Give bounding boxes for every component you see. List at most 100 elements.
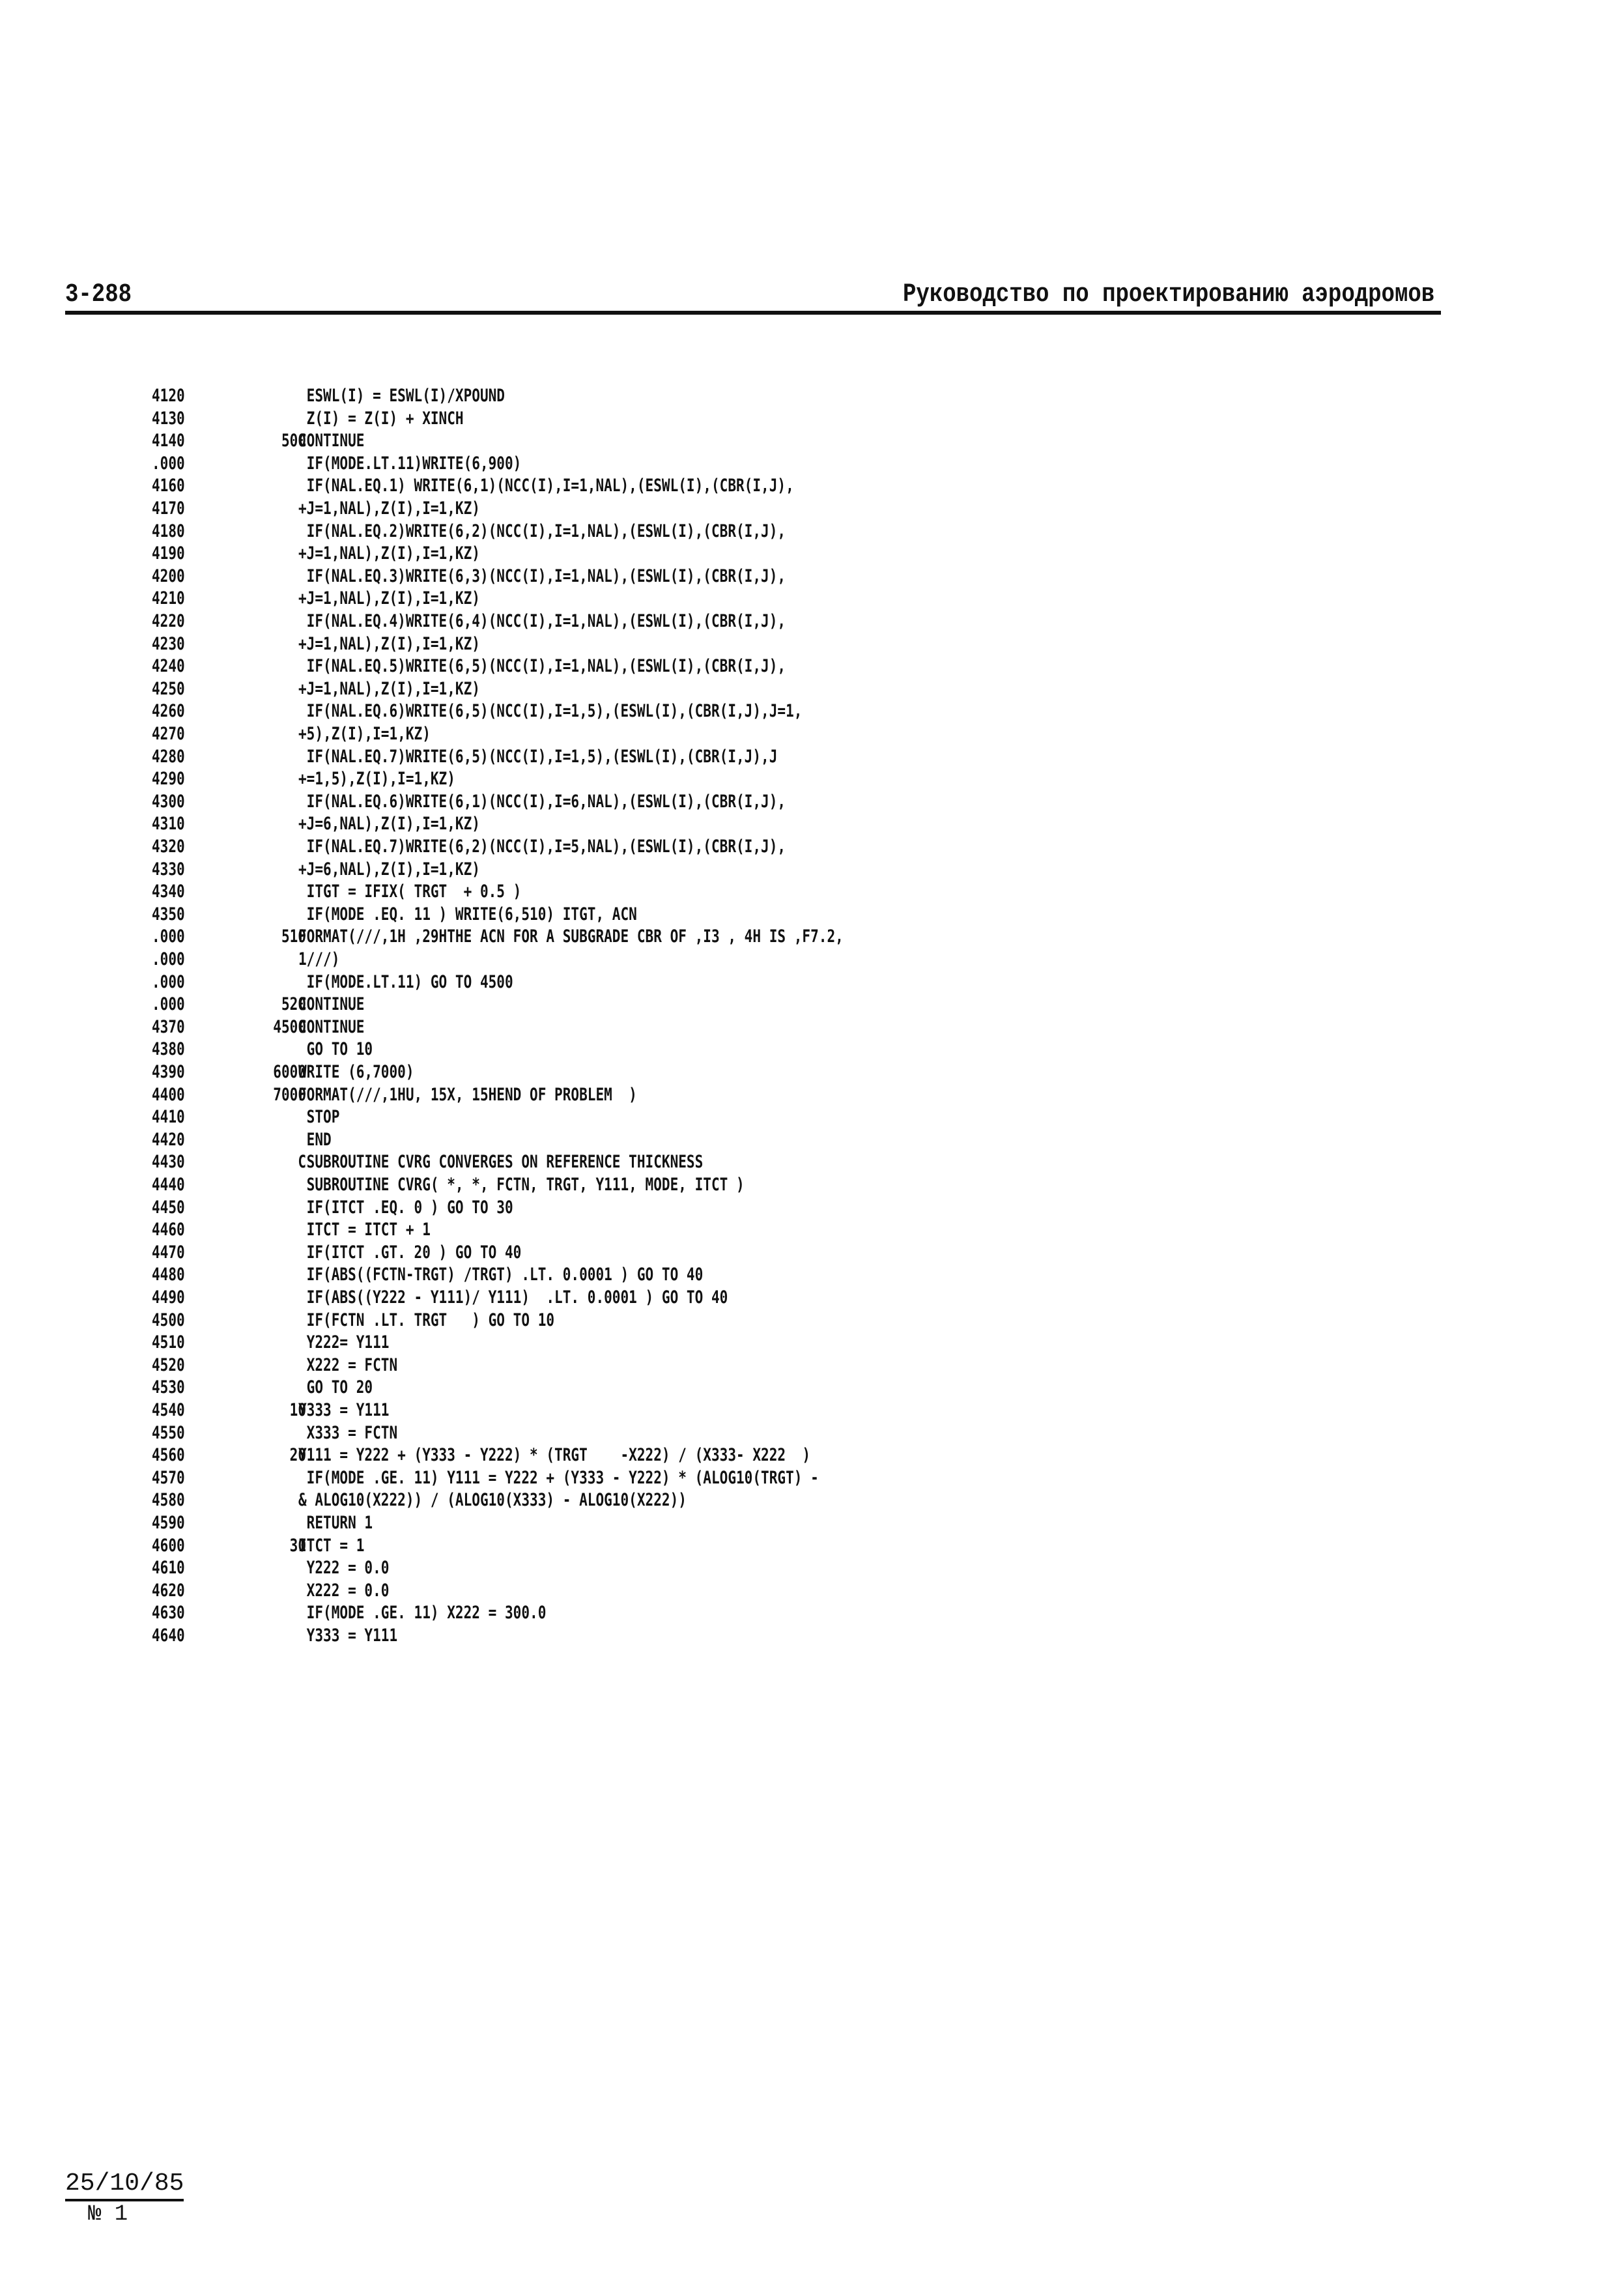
statement-text: IF(ITCT .EQ. 0 ) GO TO 30 xyxy=(298,1197,513,1218)
statement-label: 500 xyxy=(281,431,306,451)
code-line: 4450 IF(ITCT .EQ. 0 ) GO TO 30 xyxy=(0,1196,1563,1219)
statement-text: GO TO 10 xyxy=(298,1039,373,1060)
code-line: 4210 +J=1,NAL),Z(I),I=1,KZ) xyxy=(0,587,1563,610)
code-line: 4600 30 ITCT = 1 xyxy=(0,1534,1563,1557)
code-line: 4510 Y222= Y111 xyxy=(0,1331,1563,1354)
code-line: 4310 +J=6,NAL),Z(I),I=1,KZ) xyxy=(0,812,1563,835)
line-number: 4450 xyxy=(152,1197,185,1218)
statement-text: IF(NAL.EQ.1) WRITE(6,1)(NCC(I),I=1,NAL),… xyxy=(298,476,794,496)
line-number: 4290 xyxy=(152,769,185,790)
code-line: .000 1///) xyxy=(0,948,1563,971)
statement-text: ITGT = IFIX( TRGT + 0.5 ) xyxy=(298,881,522,902)
line-number: 4400 xyxy=(152,1084,185,1105)
line-number: 4250 xyxy=(152,678,185,699)
code-line: 4320 IF(NAL.EQ.7)WRITE(6,2)(NCC(I),I=5,N… xyxy=(0,835,1563,858)
line-number: 4260 xyxy=(152,701,185,722)
line-number: 4620 xyxy=(152,1580,185,1601)
code-line: 4560 20 Y111 = Y222 + (Y333 - Y222) * (TRG… xyxy=(0,1444,1563,1467)
running-title: Руководство по проектированию аэродромов xyxy=(902,280,1434,309)
statement-text: IF(NAL.EQ.6)WRITE(6,1)(NCC(I),I=6,NAL),(… xyxy=(298,791,786,812)
code-line: 4340 ITGT = IFIX( TRGT + 0.5 ) xyxy=(0,880,1563,903)
code-line: 4350 IF(MODE .EQ. 11 ) WRITE(6,510) ITGT… xyxy=(0,903,1563,926)
statement-text: IF(MODE .GE. 11) X222 = 300.0 xyxy=(298,1603,547,1624)
statement-text: WRITE (6,7000) xyxy=(298,1062,414,1082)
statement-text: ITCT = ITCT + 1 xyxy=(298,1220,431,1240)
line-number: 4560 xyxy=(152,1445,185,1466)
statement-text: IF(NAL.EQ.7)WRITE(6,5)(NCC(I),I=1,5),(ES… xyxy=(298,746,778,767)
statement-text: IF(ITCT .GT. 20 ) GO TO 40 xyxy=(298,1242,522,1263)
code-line: 4290 +=1,5),Z(I),I=1,KZ) xyxy=(0,767,1563,790)
statement-text: ITCT = 1 xyxy=(298,1535,365,1556)
line-number: 4300 xyxy=(152,791,185,812)
code-line: 4610 Y222 = 0.0 xyxy=(0,1556,1563,1579)
statement-text: +J=1,NAL),Z(I),I=1,KZ) xyxy=(298,678,480,699)
line-number: 4490 xyxy=(152,1287,185,1308)
code-line: 4620 X222 = 0.0 xyxy=(0,1579,1563,1602)
statement-text: CONTINUE xyxy=(298,1016,365,1037)
statement-label: 7000 xyxy=(273,1084,306,1105)
line-number: 4640 xyxy=(152,1625,185,1646)
line-number: 4540 xyxy=(152,1400,185,1420)
line-number: 4200 xyxy=(152,566,185,586)
line-number: 4610 xyxy=(152,1558,185,1579)
statement-text: +J=1,NAL),Z(I),I=1,KZ) xyxy=(298,633,480,654)
code-line: 4120 ESWL(I) = ESWL(I)/XPOUND xyxy=(0,384,1563,407)
line-number: 4270 xyxy=(152,724,185,744)
statement-text: X333 = FCTN xyxy=(298,1422,398,1443)
statement-text: IF(NAL.EQ.5)WRITE(6,5)(NCC(I),I=1,NAL),(… xyxy=(298,656,786,677)
statement-text: CONTINUE xyxy=(298,994,365,1015)
statement-text: SUBROUTINE CVRG CONVERGES ON REFERENCE T… xyxy=(298,1152,704,1173)
statement-text: +J=1,NAL),Z(I),I=1,KZ) xyxy=(298,543,480,564)
code-line: 4470 IF(ITCT .GT. 20 ) GO TO 40 xyxy=(0,1241,1563,1264)
code-line: 4590 RETURN 1 xyxy=(0,1511,1563,1534)
statement-text: IF(NAL.EQ.4)WRITE(6,4)(NCC(I),I=1,NAL),(… xyxy=(298,611,786,631)
statement-label: 30 xyxy=(289,1535,306,1556)
statement-text: Y111 = Y222 + (Y333 - Y222) * (TRGT -X22… xyxy=(298,1445,811,1466)
statement-text: IF(NAL.EQ.7)WRITE(6,2)(NCC(I),I=5,NAL),(… xyxy=(298,837,786,857)
statement-text: +J=6,NAL),Z(I),I=1,KZ) xyxy=(298,814,480,835)
statement-text: IF(FCTN .LT. TRGT ) GO TO 10 xyxy=(298,1310,555,1330)
statement-text: IF(NAL.EQ.6)WRITE(6,5)(NCC(I),I=1,5),(ES… xyxy=(298,701,803,722)
line-number: 4390 xyxy=(152,1062,185,1082)
line-number: 4210 xyxy=(152,588,185,609)
line-number: 4280 xyxy=(152,746,185,767)
statement-label: 520 xyxy=(281,994,306,1015)
code-line: 4430 C SUBROUTINE CVRG CONVERGES ON REFER… xyxy=(0,1151,1563,1173)
statement-text: IF(MODE .GE. 11) Y111 = Y222 + (Y333 - Y… xyxy=(298,1467,819,1488)
line-number: 4430 xyxy=(152,1152,185,1173)
code-line: 4630 IF(MODE .GE. 11) X222 = 300.0 xyxy=(0,1601,1563,1624)
code-line: 4480 IF(ABS((FCTN-TRGT) /TRGT) .LT. 0.00… xyxy=(0,1263,1563,1286)
line-number: 4320 xyxy=(152,837,185,857)
code-line: 4490 IF(ABS((Y222 - Y111)/ Y111) .LT. 0.… xyxy=(0,1286,1563,1309)
line-number: 4630 xyxy=(152,1603,185,1624)
code-line: 4220 IF(NAL.EQ.4)WRITE(6,4)(NCC(I),I=1,N… xyxy=(0,610,1563,633)
line-number: 4460 xyxy=(152,1220,185,1240)
page-number: 3-288 xyxy=(65,280,132,309)
line-number: 4170 xyxy=(152,498,185,519)
line-number: 4410 xyxy=(152,1107,185,1128)
code-line: 4230 +J=1,NAL),Z(I),I=1,KZ) xyxy=(0,633,1563,655)
line-number: 4440 xyxy=(152,1175,185,1195)
code-line: 4240 IF(NAL.EQ.5)WRITE(6,5)(NCC(I),I=1,N… xyxy=(0,655,1563,678)
code-line: 4180 IF(NAL.EQ.2)WRITE(6,2)(NCC(I),I=1,N… xyxy=(0,520,1563,543)
code-line: 4570 IF(MODE .GE. 11) Y111 = Y222 + (Y33… xyxy=(0,1467,1563,1489)
code-line: 4260 IF(NAL.EQ.6)WRITE(6,5)(NCC(I),I=1,5… xyxy=(0,700,1563,723)
statement-text: +5),Z(I),I=1,KZ) xyxy=(298,724,431,744)
code-line: 4520 X222 = FCTN xyxy=(0,1354,1563,1377)
line-number: 4520 xyxy=(152,1354,185,1375)
code-line: 4270 +5),Z(I),I=1,KZ) xyxy=(0,723,1563,745)
line-number: 4330 xyxy=(152,859,185,880)
statement-text: Y333 = Y111 xyxy=(298,1625,398,1646)
line-number: 4160 xyxy=(152,476,185,496)
statement-text: Y222= Y111 xyxy=(298,1332,390,1353)
code-line: .000 IF(MODE.LT.11)WRITE(6,900) xyxy=(0,452,1563,475)
footer-issue: № 1 xyxy=(88,2202,128,2227)
code-line: 4550 X333 = FCTN xyxy=(0,1422,1563,1444)
code-line: .000 510 FORMAT(///,1H ,29HTHE ACN FOR A S… xyxy=(0,925,1563,948)
statement-text: ESWL(I) = ESWL(I)/XPOUND xyxy=(298,386,505,406)
code-line: 4380 GO TO 10 xyxy=(0,1038,1563,1061)
footer-date: 25/10/85 xyxy=(65,2170,184,2201)
line-number: 4380 xyxy=(152,1039,185,1060)
statement-text: STOP xyxy=(298,1107,340,1128)
line-number: 4550 xyxy=(152,1422,185,1443)
